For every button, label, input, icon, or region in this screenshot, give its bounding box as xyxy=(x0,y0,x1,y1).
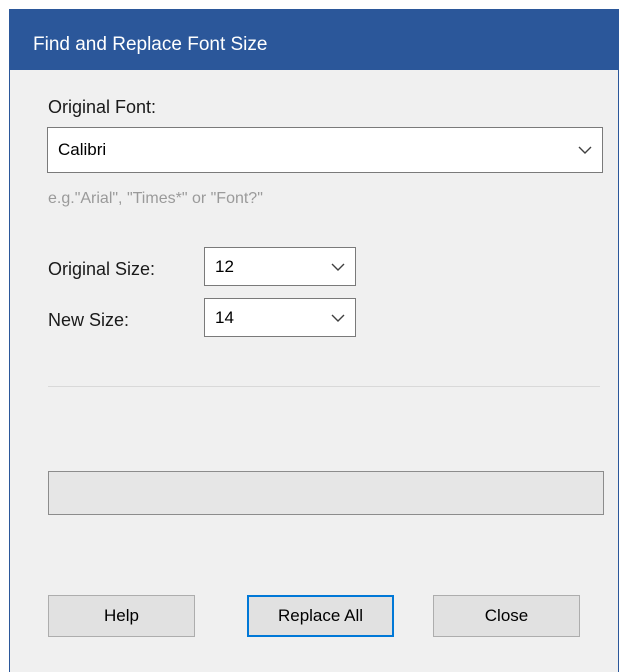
window-title: Find and Replace Font Size xyxy=(33,34,268,55)
replace-all-button[interactable]: Replace All xyxy=(247,595,394,637)
chevron-down-icon xyxy=(331,263,345,271)
progress-bar xyxy=(48,471,604,515)
original-size-combobox[interactable]: 12 xyxy=(204,247,356,286)
chevron-down-icon xyxy=(331,314,345,322)
chevron-down-icon xyxy=(578,146,592,154)
original-font-hint: e.g."Arial", "Times*" or "Font?" xyxy=(48,190,263,207)
close-button[interactable]: Close xyxy=(433,595,580,637)
section-divider xyxy=(48,386,600,387)
original-font-label: Original Font: xyxy=(48,97,157,117)
original-size-label: Original Size: xyxy=(48,259,156,279)
original-size-value: 12 xyxy=(215,256,234,276)
original-font-value: Calibri xyxy=(58,140,107,159)
original-font-combobox[interactable]: Calibri xyxy=(47,127,603,173)
help-button[interactable]: Help xyxy=(48,595,195,637)
new-size-label: New Size: xyxy=(48,310,130,330)
window-title-bar[interactable]: Find and Replace Font Size xyxy=(9,9,619,70)
new-size-value: 14 xyxy=(215,307,234,327)
new-size-combobox[interactable]: 14 xyxy=(204,298,356,337)
find-replace-font-size-dialog: Original Font: Calibri e.g."Arial", "Tim… xyxy=(9,70,619,672)
